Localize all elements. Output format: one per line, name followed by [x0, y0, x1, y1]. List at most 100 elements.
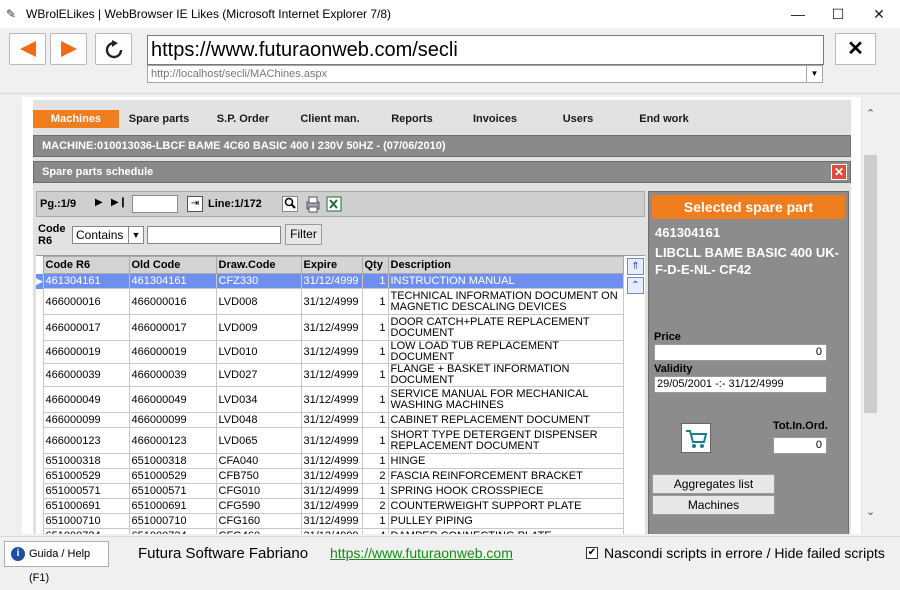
hide-failed-scripts-checkbox[interactable]: ✔	[586, 547, 598, 559]
page-indicator: Pg.:1/9	[40, 198, 77, 210]
cell-description: CABINET REPLACEMENT DOCUMENT	[387, 412, 624, 428]
url-history-select[interactable]: http://localhost/secli/MAChines.aspx ▼	[147, 65, 823, 83]
price-field[interactable]: 0	[654, 344, 827, 361]
column-header[interactable]: Draw.Code	[215, 256, 302, 274]
table-row[interactable]: 466000049 466000049 LVD034 31/12/4999 1 SERVI…	[36, 386, 624, 413]
chevron-down-icon[interactable]: ▼	[806, 66, 822, 82]
search-icon[interactable]	[282, 196, 298, 212]
cell-qty: 1	[361, 513, 389, 529]
forward-button[interactable]	[50, 33, 87, 65]
next-page-icon[interactable]: ▶	[95, 197, 103, 208]
excel-export-icon[interactable]	[326, 195, 342, 213]
cell-expire: 31/12/4999	[300, 386, 363, 413]
aggregates-list-button[interactable]: Aggregates list	[652, 474, 775, 494]
filter-text-input[interactable]	[147, 226, 281, 244]
price-label: Price	[654, 331, 681, 343]
window-close-button[interactable]: ✕	[856, 0, 900, 28]
table-row[interactable]: 651000724651000724CFG46031/12/49994DAMPE…	[36, 528, 624, 534]
menu-client-man[interactable]: Client man.	[290, 110, 370, 128]
cell-description: LOW LOAD TUB REPLACEMENT DOCUMENT	[387, 340, 624, 364]
column-header[interactable]: Description	[387, 256, 624, 274]
cell-expire: 31/12/4999	[300, 273, 363, 289]
menu-invoices[interactable]: Invoices	[458, 110, 532, 128]
line-indicator: Line:1/172	[208, 198, 262, 210]
scroll-to-top-icon[interactable]: ⇑	[627, 258, 644, 275]
menu-sp-order[interactable]: S.P. Order	[205, 110, 281, 128]
filter-mode-select[interactable]: Contains ▼	[72, 226, 144, 244]
browser-toolbar: https://www.futuraonweb.com/secli http:/…	[0, 28, 900, 94]
filter-button[interactable]: Filter	[285, 224, 322, 245]
cell-qty: 1	[361, 412, 389, 428]
validity-label: Validity	[654, 363, 693, 375]
cell-description: DOOR CATCH+PLATE REPLACEMENT DOCUMENT	[387, 314, 624, 341]
refresh-button[interactable]	[95, 33, 132, 65]
column-header[interactable]: Expire	[300, 256, 363, 274]
table-row[interactable]: 466000099 466000099 LVD048 31/12/4999 1 CABIN…	[36, 412, 624, 428]
machines-button[interactable]: Machines	[652, 495, 775, 515]
column-header[interactable]: Old Code	[128, 256, 217, 274]
row-indicator	[36, 340, 43, 364]
filter-row: Code R6 Contains ▼ Filter	[36, 221, 645, 251]
table-row[interactable]: 466000017 466000017 LVD009 31/12/4999 1 DOOR …	[36, 314, 624, 341]
table-row[interactable]: ▶ 461304161 461304161 CFZ330 31/12/4999 1 INST…	[36, 273, 624, 289]
stop-button[interactable]: ✕	[835, 33, 876, 65]
add-to-cart-button[interactable]	[681, 423, 711, 453]
help-button[interactable]: i Guida / Help (F1)	[4, 541, 109, 584]
cell-expire: 31/12/4999	[300, 340, 363, 364]
cell-description: INSTRUCTION MANUAL	[387, 273, 624, 289]
cell-old-code: 466000123	[128, 427, 217, 454]
table-row[interactable]: 651000710 651000710 CFG160 31/12/4999 1 PULLE…	[36, 513, 624, 529]
chevron-down-icon[interactable]: ▼	[128, 227, 143, 243]
row-indicator: ▶	[36, 273, 43, 289]
url-input[interactable]: https://www.futuraonweb.com/secli	[147, 35, 824, 65]
table-row[interactable]: 466000019 466000019 LVD010 31/12/4999 1 LOW L…	[36, 340, 624, 364]
total-in-order-field[interactable]: 0	[773, 437, 827, 454]
menu-reports[interactable]: Reports	[379, 110, 445, 128]
column-header[interactable]: Code R6	[42, 256, 130, 274]
back-button[interactable]	[9, 33, 46, 65]
company-link[interactable]: https://www.futuraonweb.com	[330, 545, 513, 561]
page-number-input[interactable]	[132, 195, 178, 213]
cell-expire: 31/12/4999	[300, 314, 363, 341]
close-icon[interactable]: ✕	[831, 164, 847, 180]
row-indicator	[36, 498, 43, 514]
cell-description: SERVICE MANUAL FOR MECHANICAL WASHING MA…	[387, 386, 624, 413]
table-row[interactable]: 651000318 651000318 CFA040 31/12/4999 1 HINGE	[36, 453, 624, 469]
filter-field-label: Code R6	[38, 223, 66, 247]
url-history-value: http://localhost/secli/MAChines.aspx	[151, 68, 328, 80]
table-row[interactable]: 651000571 651000571 CFG010 31/12/4999 1 SPRIN…	[36, 483, 624, 499]
grid-scrollbar[interactable]: ⇑ ⌃	[626, 256, 645, 534]
cell-code-r6: 466000039	[42, 363, 130, 387]
maximize-button[interactable]: ☐	[815, 0, 861, 28]
scroll-down-icon[interactable]: ⌄	[862, 505, 879, 522]
last-page-icon[interactable]: ▶❙	[111, 197, 127, 208]
go-to-page-icon[interactable]: ⇥	[187, 196, 203, 212]
table-row[interactable]: 466000123 466000123 LVD065 31/12/4999 1 SHORT…	[36, 427, 624, 454]
page-scrollbar[interactable]: ⌃ ⌄	[861, 97, 878, 534]
scrollbar-thumb[interactable]	[864, 155, 877, 413]
company-name: Futura Software Fabriano	[138, 545, 309, 562]
row-indicator	[36, 288, 43, 315]
row-indicator	[36, 314, 43, 341]
menu-users[interactable]: Users	[545, 110, 611, 128]
table-row[interactable]: 466000039 466000039 LVD027 31/12/4999 1 FLANG…	[36, 363, 624, 387]
cell-code-r6: 466000049	[42, 386, 130, 413]
column-header[interactable]: Qty	[361, 256, 389, 274]
menu-spare-parts[interactable]: Spare parts	[121, 110, 197, 128]
cell-qty: 1	[361, 427, 389, 454]
table-row[interactable]: 466000016 466000016 LVD008 31/12/4999 1 TECHN…	[36, 288, 624, 315]
selected-part-header: Selected spare part	[652, 195, 845, 219]
menu-end-work[interactable]: End work	[625, 110, 703, 128]
title-bar: ✎ WBrolELikes | WebBrowser IE Likes (Mic…	[0, 0, 900, 28]
table-row[interactable]: 651000691 651000691 CFG590 31/12/4999 2 COUNT…	[36, 498, 624, 514]
scroll-up-icon[interactable]: ⌃	[627, 277, 644, 294]
app-icon: ✎	[6, 7, 17, 21]
cell-qty: 1	[361, 273, 389, 289]
cell-qty: 4	[361, 528, 389, 534]
menu-machines[interactable]: Machines	[33, 110, 119, 128]
print-icon[interactable]	[305, 195, 321, 213]
cell-qty: 1	[361, 483, 389, 499]
scroll-up-icon[interactable]: ⌃	[862, 107, 879, 124]
row-indicator	[36, 427, 43, 454]
table-row[interactable]: 651000529 651000529 CFB750 31/12/4999 2 FASCI…	[36, 468, 624, 484]
